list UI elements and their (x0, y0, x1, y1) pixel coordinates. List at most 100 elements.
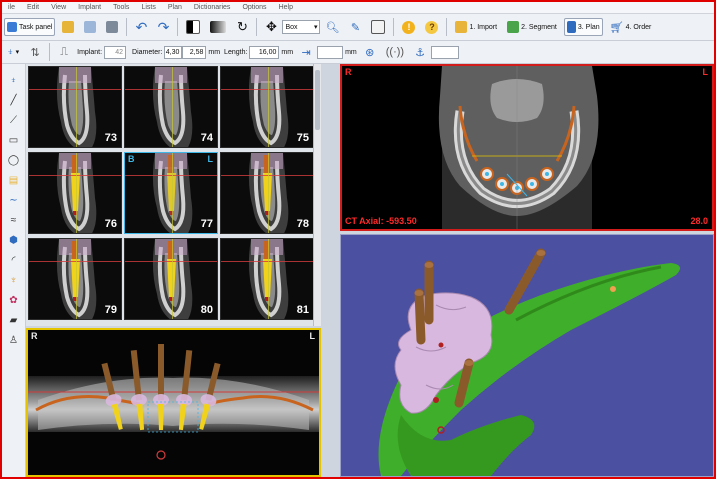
warning-button[interactable]: ! (399, 18, 418, 36)
tooth-tool[interactable]: ♆ (7, 273, 21, 287)
nerve-icon: ∼ (9, 194, 18, 206)
3d-view[interactable] (340, 234, 714, 477)
abutment-button[interactable]: ⚓︎ (411, 43, 429, 61)
menu-item-5[interactable]: Lists (135, 4, 161, 11)
undo-button[interactable]: ↶ (132, 18, 150, 36)
move-button[interactable]: ✥ (262, 18, 280, 36)
menu-item-9[interactable]: Help (273, 4, 299, 11)
abutment-field[interactable] (431, 45, 460, 59)
application-window: ile Edit View Implant Tools Lists Plan Dictiona… (0, 0, 716, 479)
align-button[interactable]: ⇅ (26, 43, 44, 61)
diameter-unit: mm (208, 48, 221, 56)
slice-number: 79 (104, 304, 117, 316)
rectangle-tool[interactable]: ▭ (7, 133, 21, 147)
task-panel-button[interactable]: Task panel (4, 18, 56, 36)
menu-item-2[interactable]: View (45, 4, 72, 11)
rotate-icon: ↻ (237, 19, 248, 34)
cross-section-slice[interactable]: 78 (220, 152, 314, 234)
window-level-button[interactable] (183, 18, 203, 36)
implant-library-button[interactable]: ⎍ (55, 43, 73, 61)
menu-item-3[interactable]: Implant (72, 4, 107, 11)
redo-button[interactable]: ↷ (154, 18, 172, 36)
menu-item-6[interactable]: Plan (162, 4, 188, 11)
person-tool[interactable]: ♙ (7, 333, 21, 347)
grid-scrollbar[interactable] (313, 64, 321, 326)
step-import-button[interactable]: 1. Import (452, 18, 500, 36)
slice-number: 81 (296, 304, 309, 316)
curve-tool[interactable]: ≈ (7, 213, 21, 227)
implant-tool[interactable]: ⍖ (7, 73, 21, 87)
segment-icon (507, 21, 520, 33)
step-segment-button[interactable]: 2. Segment (504, 18, 560, 36)
cross-section-slice[interactable]: 73 (28, 66, 122, 148)
polyline-tool[interactable]: ⟋ (7, 113, 21, 127)
collision-icon: ⊛ (365, 46, 375, 59)
toolbar-separator (49, 43, 51, 61)
annotation-icon: ▤ (8, 174, 19, 186)
cross-section-slice[interactable]: 79 (28, 238, 122, 320)
step-plan-button[interactable]: 3. Plan (563, 18, 603, 36)
implant-type-button[interactable]: ⍖ ▾ (4, 43, 22, 61)
open-button[interactable] (59, 18, 77, 36)
draw-button[interactable]: ✎ (346, 18, 364, 36)
cross-section-slice[interactable]: 77 B L (124, 152, 218, 234)
volume-tool[interactable]: ⬢ (7, 233, 21, 247)
view-mode-select[interactable]: Box ▾ (282, 20, 321, 34)
axial-ct-view[interactable]: R L CT Axial: -593.50 28.0 (340, 64, 714, 231)
main-toolbar: Task panel ↶ ↷ ↻ ✥ Box ▾ 🔍︎ ✎ ! ? 1. Imp… (2, 14, 714, 41)
axial-right-value: 28.0 (690, 216, 708, 226)
pen-icon: ✎ (350, 21, 361, 34)
menu-item-7[interactable]: Dictionaries (188, 4, 237, 11)
guide-pin-marker-2 (438, 342, 444, 348)
signal-button[interactable]: ((·)) (383, 43, 407, 61)
menu-item-0[interactable]: ile (2, 4, 21, 11)
slice-reference-line (125, 261, 217, 262)
3d-model (378, 248, 680, 476)
length-label: Length: (224, 48, 248, 56)
implant-post (168, 241, 174, 259)
cross-section-slice[interactable]: 80 (124, 238, 218, 320)
implant-post-3d (414, 288, 426, 345)
annotation-tool[interactable]: ▤ (7, 173, 21, 187)
cross-section-slice[interactable]: 74 (124, 66, 218, 148)
slice-number: 78 (296, 218, 309, 230)
collision-button[interactable]: ⊛ (361, 43, 379, 61)
menu-item-4[interactable]: Tools (107, 4, 135, 11)
toolbar-separator (126, 18, 128, 36)
diameter-field-secondary[interactable]: 2,58 (182, 45, 207, 59)
offset-icon: ⇥ (301, 46, 311, 59)
color-tool[interactable]: ✿ (7, 293, 21, 307)
menu-item-8[interactable]: Options (236, 4, 272, 11)
gradient-button[interactable] (207, 18, 229, 36)
offset-button[interactable]: ⇥ (297, 43, 315, 61)
cross-section-slice[interactable]: 81 (220, 238, 314, 320)
rectangle-icon: ▭ (8, 134, 19, 146)
line-tool[interactable]: ╱ (7, 93, 21, 107)
cross-section-slice[interactable]: 76 (28, 152, 122, 234)
diameter-field[interactable]: 4,30 (164, 45, 183, 59)
implant-post-cap (414, 290, 424, 296)
circle-tool[interactable]: ◯ (7, 153, 21, 167)
grid-scrollbar-thumb[interactable] (315, 70, 320, 130)
print-button[interactable] (103, 18, 121, 36)
nerve-tool[interactable]: ∼ (7, 193, 21, 207)
measure-button[interactable] (368, 18, 388, 36)
step-order-button[interactable]: 🛒︎ 4. Order (607, 18, 655, 36)
axial-left-marker: L (702, 67, 709, 77)
save-button[interactable] (81, 18, 99, 36)
workspace: 73 74 75 76 77 B L 78 79 80 81 R L R L C… (26, 64, 714, 477)
print-tool[interactable]: ▰ (7, 313, 21, 327)
rotate-button[interactable]: ↻ (233, 18, 251, 36)
help-button[interactable]: ? (422, 18, 441, 36)
length-field[interactable]: 16,00 (249, 45, 280, 59)
offset-field[interactable] (317, 45, 344, 59)
plan-icon (566, 21, 576, 33)
menu-item-1[interactable]: Edit (21, 4, 45, 11)
implant-field[interactable]: 42 (104, 45, 127, 59)
zoom-button[interactable]: 🔍︎ (322, 18, 342, 36)
arc-tool[interactable]: ◜ (7, 253, 21, 267)
axial-implant (495, 177, 509, 191)
diameter-label: Diameter: (132, 48, 163, 56)
cross-section-slice[interactable]: 75 (220, 66, 314, 148)
panoramic-view[interactable]: R L (26, 328, 321, 477)
